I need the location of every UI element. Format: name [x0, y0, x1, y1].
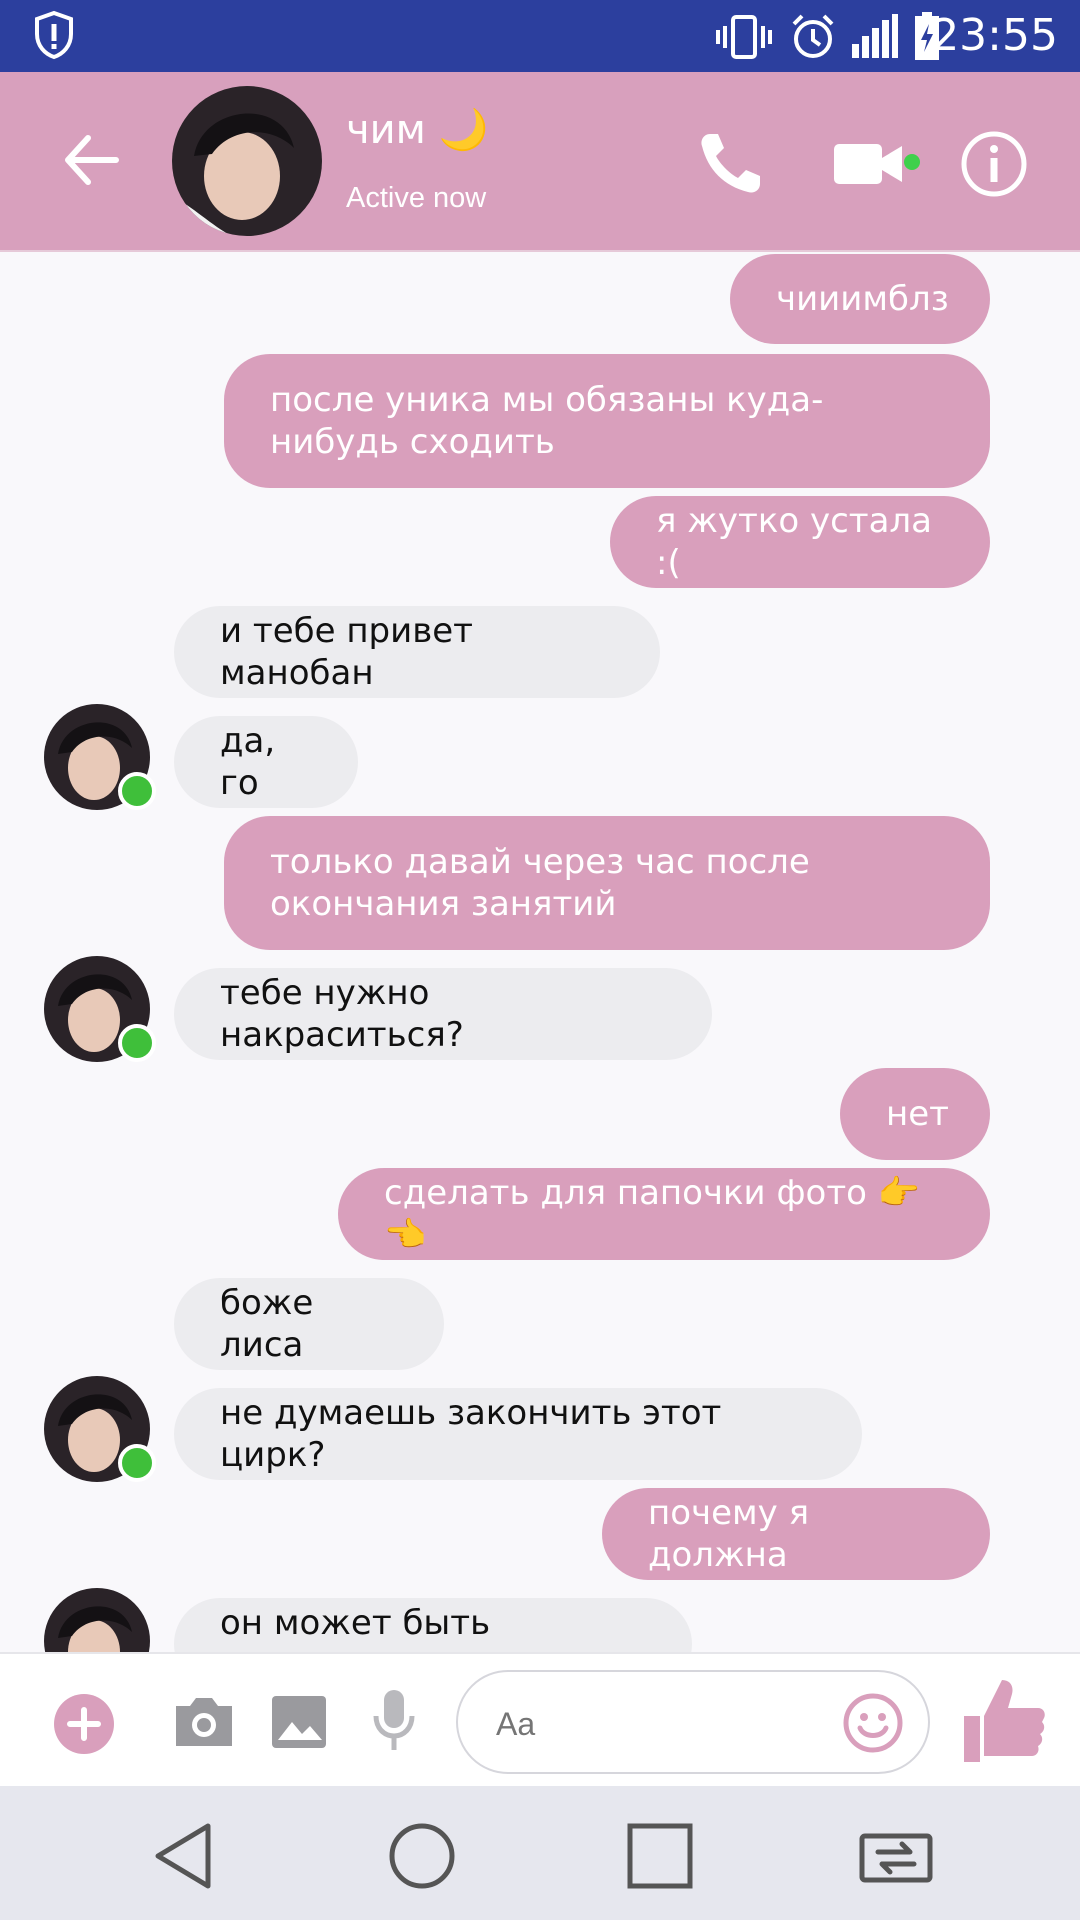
video-online-dot	[904, 154, 920, 170]
message-bubble-outgoing[interactable]: только давай через час после окончания з…	[224, 816, 990, 950]
clock: 23:55	[931, 10, 1058, 61]
nav-back-icon[interactable]	[148, 1818, 224, 1894]
phone-icon[interactable]	[690, 124, 770, 204]
message-bubble-outgoing[interactable]: почему я должна	[602, 1488, 990, 1580]
camera-icon[interactable]	[172, 1694, 236, 1750]
signal-icon	[852, 14, 898, 58]
nav-switch-icon[interactable]	[858, 1818, 934, 1894]
contact-name[interactable]: чим 🌙	[346, 106, 488, 153]
alarm-icon	[792, 14, 834, 58]
message-bubble-outgoing[interactable]: нет	[840, 1068, 990, 1160]
info-icon[interactable]	[954, 124, 1034, 204]
nav-recents-icon[interactable]	[622, 1818, 698, 1894]
system-nav-bar	[0, 1786, 1080, 1920]
contact-avatar[interactable]	[172, 86, 322, 236]
online-indicator	[118, 1024, 156, 1062]
message-bubble-outgoing[interactable]: чииимблз	[730, 254, 990, 344]
message-bubble-incoming[interactable]: не думаешь закончить этот цирк?	[174, 1388, 862, 1480]
conversation-header: чим 🌙 Active now	[0, 72, 1080, 252]
video-icon[interactable]	[830, 124, 910, 204]
online-indicator	[118, 1444, 156, 1482]
message-input[interactable]	[494, 1698, 798, 1750]
emoji-icon[interactable]	[842, 1692, 904, 1754]
contact-status: Active now	[346, 182, 487, 214]
message-bubble-outgoing[interactable]: я жутко устала :(	[610, 496, 990, 588]
online-indicator	[118, 772, 156, 810]
back-arrow-icon[interactable]	[56, 124, 128, 196]
message-bubble-incoming[interactable]: и тебе привет манобан	[174, 606, 660, 698]
shield-alert-icon	[35, 10, 73, 60]
nav-home-icon[interactable]	[384, 1818, 460, 1894]
message-bubble-incoming[interactable]: боже лиса	[174, 1278, 444, 1370]
image-icon[interactable]	[270, 1694, 328, 1750]
mic-icon[interactable]	[372, 1688, 416, 1752]
message-input-box[interactable]	[456, 1670, 930, 1774]
message-bubble-outgoing[interactable]: после уника мы обязаны куда-нибудь сходи…	[224, 354, 990, 488]
like-icon[interactable]	[962, 1676, 1046, 1764]
message-bubble-incoming[interactable]: он может быть опасным	[174, 1598, 692, 1652]
plus-icon[interactable]	[52, 1692, 116, 1756]
composer-bar	[0, 1652, 1080, 1788]
message-list[interactable]: чииимблз после уника мы обязаны куда-ниб…	[0, 252, 1080, 1652]
vibrate-icon	[716, 15, 772, 59]
message-bubble-outgoing[interactable]: сделать для папочки фото 👉👈	[338, 1168, 990, 1260]
sender-avatar[interactable]	[44, 1588, 150, 1652]
message-bubble-incoming[interactable]: тебе нужно накраситься?	[174, 968, 712, 1060]
message-bubble-incoming[interactable]: да, го	[174, 716, 358, 808]
status-bar: 23:55	[0, 0, 1080, 72]
